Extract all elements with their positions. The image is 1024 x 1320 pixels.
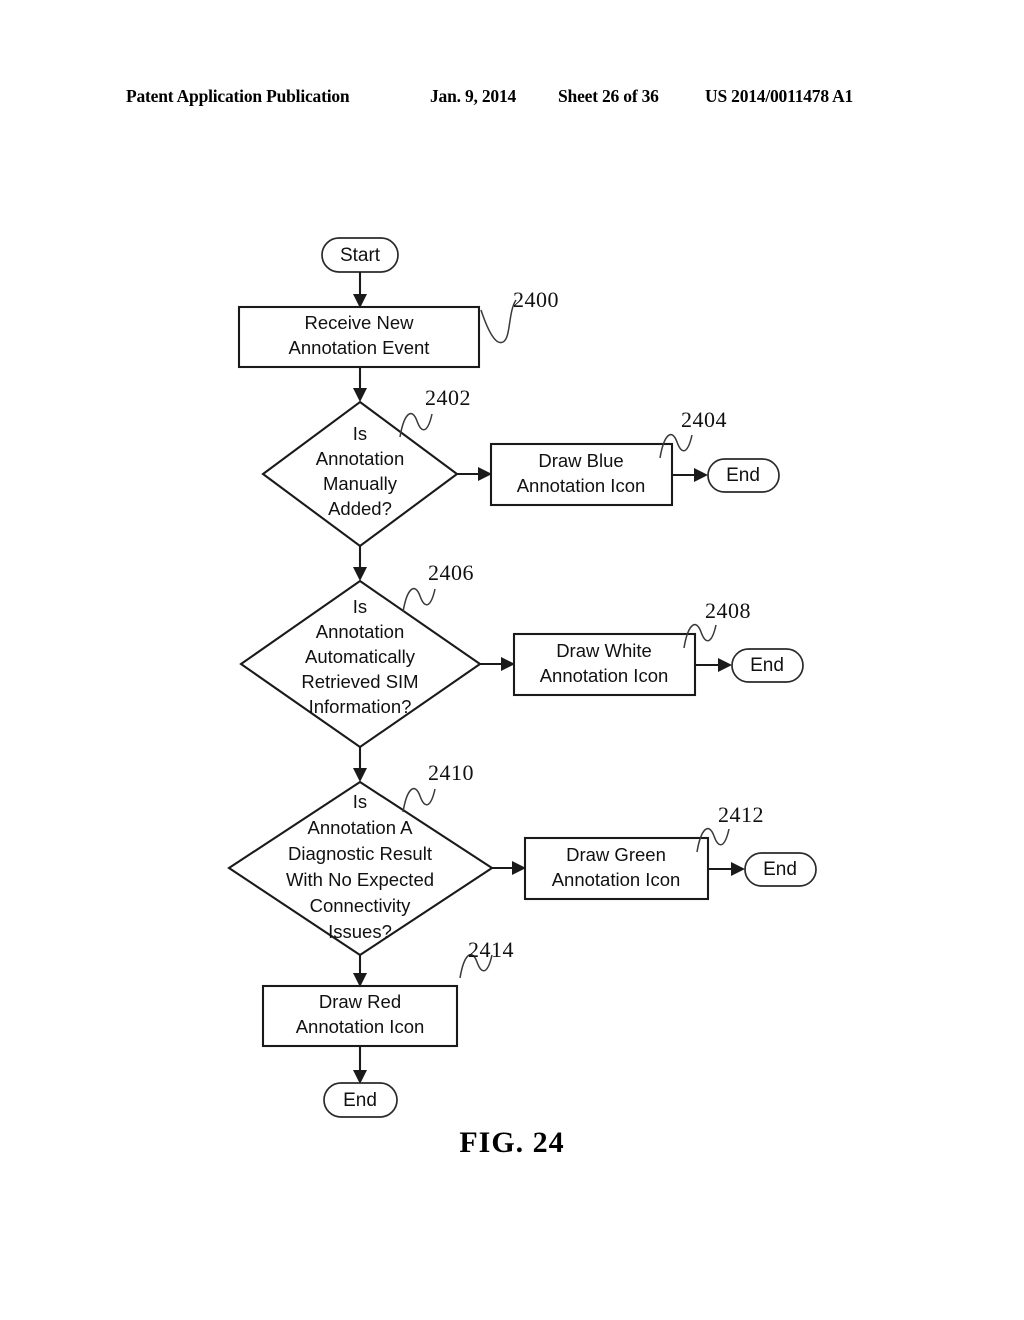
connector-decision-manual-to-draw-blue xyxy=(457,467,492,481)
draw-green-line1: Draw Green xyxy=(566,844,666,865)
connector-draw-green-to-end xyxy=(708,862,745,876)
figure-caption: FIG. 24 xyxy=(459,1126,565,1159)
decision-manual-line4: Added? xyxy=(328,498,392,519)
reference-leader-2402: 2402 xyxy=(399,385,471,438)
node-decision-diagnostic: Is Annotation A Diagnostic Result With N… xyxy=(227,780,494,957)
draw-white-line2: Annotation Icon xyxy=(540,665,669,686)
node-receive-event: Receive New Annotation Event xyxy=(237,305,481,369)
draw-red-line2: Annotation Icon xyxy=(296,1016,425,1037)
reference-numeral-2400: 2400 xyxy=(513,287,559,312)
reference-numeral-2402: 2402 xyxy=(425,385,471,410)
reference-leader-2400: 2400 xyxy=(480,287,559,344)
reference-numeral-2406: 2406 xyxy=(428,560,474,585)
connector-start-to-receive xyxy=(353,272,367,308)
node-end-red: End xyxy=(323,1082,398,1118)
start-terminator-label: Start xyxy=(340,245,381,266)
end-green-terminator-label: End xyxy=(763,859,797,880)
decision-sim-line2: Annotation xyxy=(316,621,404,642)
decision-manual-line2: Annotation xyxy=(316,448,404,469)
receive-event-line1: Receive New xyxy=(305,312,415,333)
reference-numeral-2404: 2404 xyxy=(681,407,727,432)
decision-diagnostic-line1: Is xyxy=(353,791,367,812)
end-white-terminator-label: End xyxy=(750,655,784,676)
decision-sim-line1: Is xyxy=(353,596,367,617)
reference-numeral-2410: 2410 xyxy=(428,760,474,785)
node-end-blue: End xyxy=(707,458,780,493)
connector-draw-red-to-end xyxy=(353,1046,367,1084)
node-start: Start xyxy=(321,237,399,273)
decision-manual-line1: Is xyxy=(353,423,367,444)
connector-decision-manual-to-decision-sim xyxy=(353,546,367,581)
decision-manual-line3: Manually xyxy=(323,473,398,494)
end-blue-terminator-label: End xyxy=(726,465,760,486)
flowchart-diagram: Start Receive New Annotation Event 2400 … xyxy=(227,237,817,1118)
node-draw-green: Draw Green Annotation Icon xyxy=(523,836,710,901)
node-end-green: End xyxy=(744,852,817,887)
connector-draw-blue-to-end xyxy=(672,468,708,482)
draw-white-line1: Draw White xyxy=(556,640,652,661)
decision-sim-line5: Information? xyxy=(309,696,412,717)
decision-diagnostic-line5: Connectivity xyxy=(310,895,412,916)
node-end-white: End xyxy=(731,648,804,683)
draw-green-line2: Annotation Icon xyxy=(552,869,681,890)
draw-red-line1: Draw Red xyxy=(319,991,401,1012)
decision-sim-line3: Automatically xyxy=(305,646,416,667)
decision-diagnostic-line2: Annotation A xyxy=(308,817,414,838)
patent-drawing-page: Patent Application Publication Jan. 9, 2… xyxy=(0,0,1024,1320)
node-draw-blue: Draw Blue Annotation Icon xyxy=(489,442,674,507)
connector-receive-to-decision-manual xyxy=(353,367,367,402)
decision-sim-line4: Retrieved SIM xyxy=(301,671,418,692)
node-decision-sim: Is Annotation Automatically Retrieved SI… xyxy=(239,579,482,749)
decision-diagnostic-line3: Diagnostic Result xyxy=(288,843,432,864)
reference-leader-2406: 2406 xyxy=(402,560,474,613)
node-draw-white: Draw White Annotation Icon xyxy=(512,632,697,697)
connector-decision-sim-to-decision-diagnostic xyxy=(353,747,367,782)
reference-leader-2410: 2410 xyxy=(402,760,474,813)
reference-numeral-2408: 2408 xyxy=(705,598,751,623)
reference-leader-2414: 2414 xyxy=(459,937,514,979)
connector-decision-diagnostic-to-draw-green xyxy=(492,861,526,875)
receive-event-line2: Annotation Event xyxy=(289,337,430,358)
end-red-terminator-label: End xyxy=(343,1090,377,1111)
decision-diagnostic-line6: Issues? xyxy=(328,921,392,942)
node-draw-red: Draw Red Annotation Icon xyxy=(261,984,459,1048)
draw-blue-line2: Annotation Icon xyxy=(517,475,646,496)
reference-numeral-2412: 2412 xyxy=(718,802,764,827)
draw-blue-line1: Draw Blue xyxy=(538,450,623,471)
decision-diagnostic-line4: With No Expected xyxy=(286,869,434,890)
node-decision-manual: Is Annotation Manually Added? xyxy=(261,400,459,548)
reference-numeral-2414: 2414 xyxy=(468,937,514,962)
connector-draw-white-to-end xyxy=(695,658,732,672)
connector-decision-diagnostic-to-draw-red xyxy=(353,955,367,987)
connector-decision-sim-to-draw-white xyxy=(480,657,515,671)
